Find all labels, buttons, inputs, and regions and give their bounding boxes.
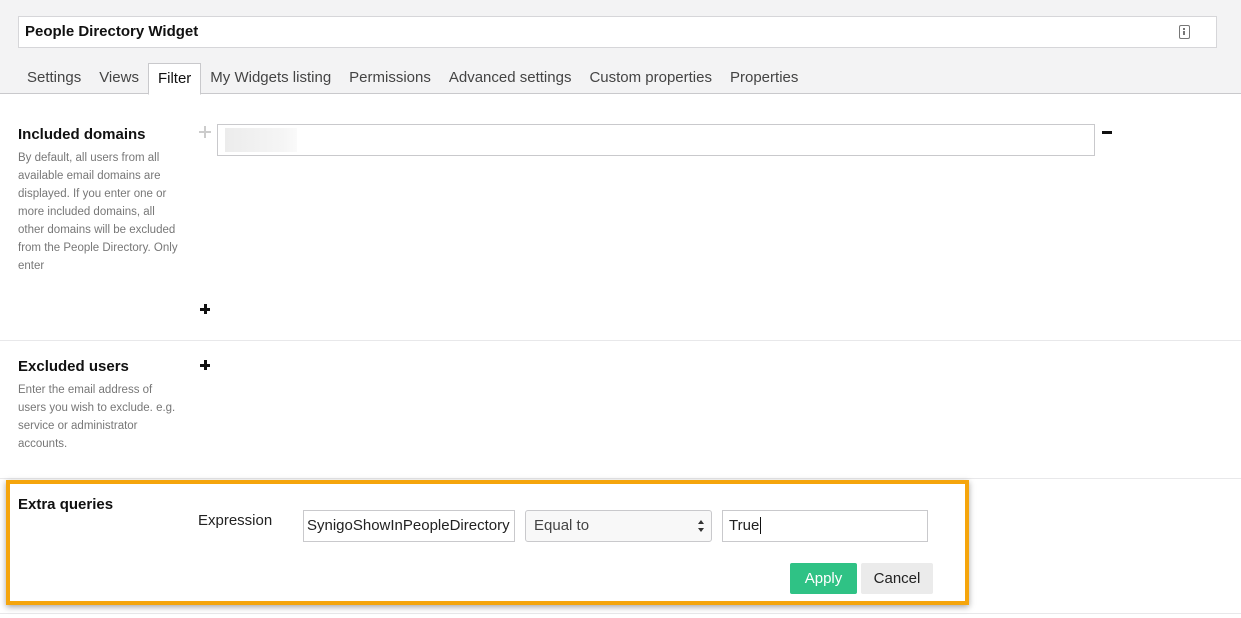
widget-title: People Directory Widget: [25, 23, 199, 40]
widget-title-field[interactable]: People Directory Widget: [18, 16, 1217, 48]
section-divider: [0, 340, 1241, 341]
widget-header: People Directory Widget Settings Views F…: [0, 0, 1241, 95]
info-card-icon[interactable]: [1179, 25, 1190, 39]
select-arrows-icon: [698, 520, 705, 534]
section-divider: [0, 478, 1241, 479]
operator-value: Equal to: [534, 517, 590, 534]
expression-label: Expression: [198, 512, 273, 529]
included-domains-title: Included domains: [18, 126, 146, 143]
add-excluded-user-button[interactable]: [200, 360, 210, 370]
tab-permissions[interactable]: Permissions: [340, 63, 440, 94]
remove-domain-button[interactable]: [1102, 131, 1112, 134]
tab-my-widgets-listing[interactable]: My Widgets listing: [201, 63, 340, 94]
tab-settings[interactable]: Settings: [18, 63, 90, 94]
expression-property-value: SynigoShowInPeopleDirectory: [307, 517, 510, 534]
compare-value: True: [729, 517, 760, 534]
apply-button[interactable]: Apply: [790, 563, 857, 594]
domain-value: [225, 128, 297, 152]
tab-properties[interactable]: Properties: [721, 63, 807, 94]
included-domains-description: By default, all users from all available…: [18, 152, 178, 272]
section-divider: [0, 613, 1241, 614]
extra-queries-title: Extra queries: [18, 496, 114, 513]
tab-views[interactable]: Views: [90, 63, 148, 94]
tab-advanced-settings[interactable]: Advanced settings: [440, 63, 581, 94]
operator-select[interactable]: Equal to: [525, 510, 712, 542]
expression-property-input[interactable]: SynigoShowInPeopleDirectory: [303, 510, 515, 542]
compare-value-input[interactable]: True: [722, 510, 928, 542]
add-domain-button[interactable]: [200, 304, 210, 314]
tab-bar: Settings Views Filter My Widgets listing…: [18, 63, 807, 95]
text-cursor: [760, 516, 762, 534]
excluded-users-title: Excluded users: [18, 358, 129, 375]
drag-handle-icon[interactable]: [199, 126, 211, 138]
tab-custom-properties[interactable]: Custom properties: [580, 63, 721, 94]
included-domain-input[interactable]: [217, 124, 1095, 156]
excluded-users-description: Enter the email address of users you wis…: [18, 384, 176, 450]
cancel-button[interactable]: Cancel: [861, 563, 933, 594]
tab-filter[interactable]: Filter: [147, 63, 202, 95]
